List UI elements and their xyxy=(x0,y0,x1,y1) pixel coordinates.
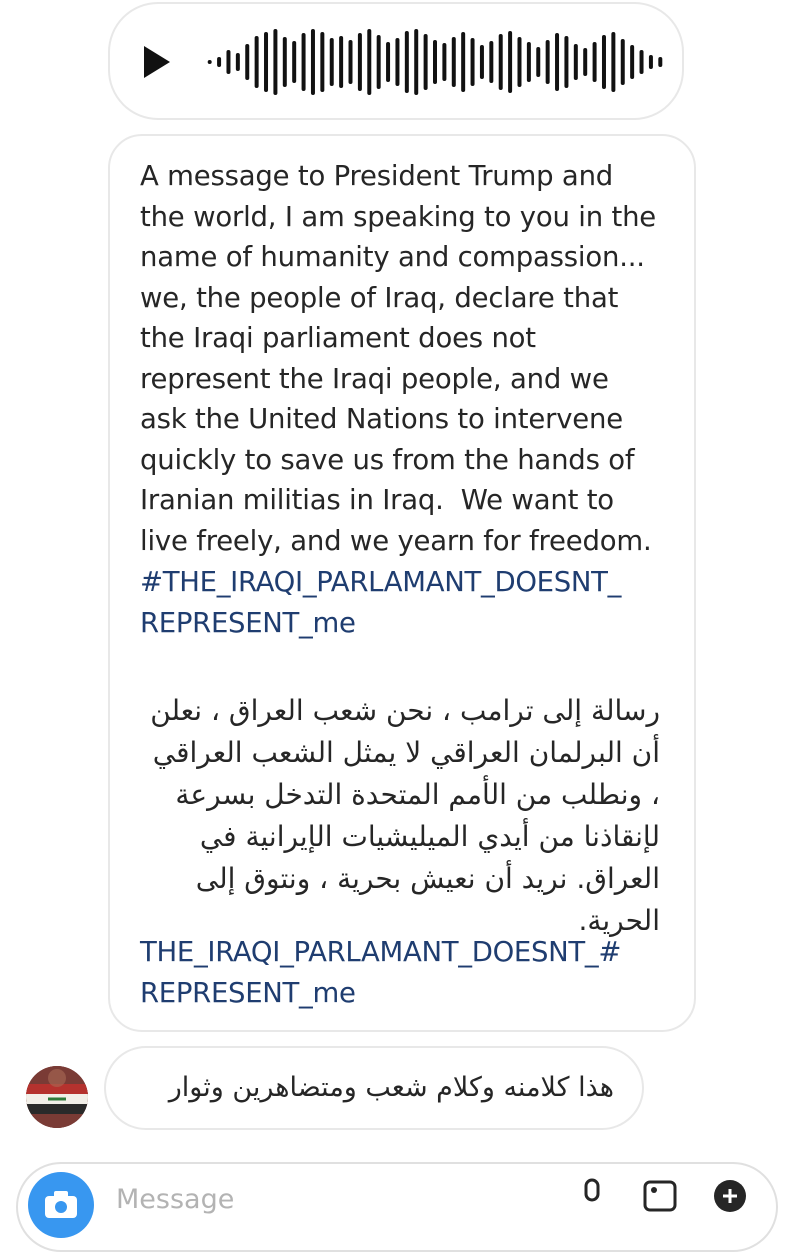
waveform-bar xyxy=(658,57,663,67)
message-english-text: A message to President Trump and the wor… xyxy=(140,160,657,557)
message-arabic-text: رسالة إلى ترامب ، نحن شعب العراق ، نعلن … xyxy=(141,694,660,937)
waveform-bar xyxy=(639,50,644,74)
avatar[interactable] xyxy=(26,1066,88,1128)
waveform-bar xyxy=(451,37,456,87)
message-bubble[interactable]: A message to President Trump and the wor… xyxy=(108,134,696,1032)
waveform-bar xyxy=(442,43,447,81)
waveform-bar xyxy=(601,35,606,89)
waveform-bar xyxy=(376,35,381,89)
waveform-bar xyxy=(470,38,475,86)
waveform-bar xyxy=(423,34,428,90)
waveform-bar xyxy=(555,33,560,91)
waveform-bar xyxy=(545,40,550,84)
hashtag-link-en[interactable]: #THE_IRAQI_PARLAMANT_DOESNT_ REPRESENT_m… xyxy=(140,562,670,643)
waveform-bar xyxy=(292,41,297,83)
hashtag-link-ar[interactable]: THE_IRAQI_PARLAMANT_DOESNT_# REPRESENT_m… xyxy=(140,932,670,1013)
waveform-bar xyxy=(479,45,484,79)
waveform-bar xyxy=(648,55,653,69)
waveform-bar xyxy=(367,29,372,95)
waveform-bar xyxy=(282,37,287,87)
waveform-bar xyxy=(583,48,588,76)
waveform-bar xyxy=(414,29,419,95)
waveform-bar xyxy=(348,40,353,84)
message-input[interactable] xyxy=(114,1178,558,1220)
waveform-bar xyxy=(536,47,541,77)
waveform-bar xyxy=(404,31,409,93)
waveform-bar xyxy=(508,31,513,93)
waveform-bar xyxy=(386,42,391,82)
message-composer xyxy=(16,1162,778,1252)
play-icon[interactable] xyxy=(142,44,172,80)
waveform-bar xyxy=(526,42,531,82)
waveform-bar xyxy=(245,44,250,80)
waveform-bar xyxy=(254,36,259,88)
gallery-icon[interactable] xyxy=(642,1178,678,1214)
waveform-bar xyxy=(489,41,494,83)
waveform-bar xyxy=(357,33,362,91)
waveform-bar xyxy=(630,45,635,79)
microphone-icon[interactable] xyxy=(574,1178,610,1214)
sticker-icon[interactable] xyxy=(712,1178,748,1214)
reply-message-bubble[interactable]: هذا كلامنه وكلام شعب ومتضاهرين وثوار xyxy=(104,1046,644,1130)
voice-message-bubble[interactable] xyxy=(108,2,684,120)
reply-message-text: هذا كلامنه وكلام شعب ومتضاهرين وثوار xyxy=(168,1072,614,1103)
waveform-bar xyxy=(207,60,212,64)
voice-waveform xyxy=(207,29,663,95)
waveform-bar xyxy=(339,36,344,88)
waveform-bar xyxy=(320,32,325,92)
waveform-bar xyxy=(264,32,269,92)
waveform-bar xyxy=(329,38,334,86)
waveform-bar xyxy=(461,32,466,92)
waveform-bar xyxy=(611,32,616,92)
waveform-bar xyxy=(301,33,306,91)
waveform-bar xyxy=(573,44,578,80)
waveform-bar xyxy=(273,29,278,95)
camera-icon[interactable] xyxy=(28,1172,94,1238)
waveform-bar xyxy=(564,36,569,88)
waveform-bar xyxy=(620,39,625,85)
waveform-bar xyxy=(592,42,597,82)
waveform-bar xyxy=(217,57,222,67)
waveform-bar xyxy=(498,34,503,90)
waveform-bar xyxy=(310,29,315,95)
waveform-bar xyxy=(235,53,240,71)
waveform-bar xyxy=(433,40,437,84)
waveform-bar xyxy=(395,38,400,86)
waveform-bar xyxy=(517,37,522,87)
waveform-bar xyxy=(226,50,231,74)
